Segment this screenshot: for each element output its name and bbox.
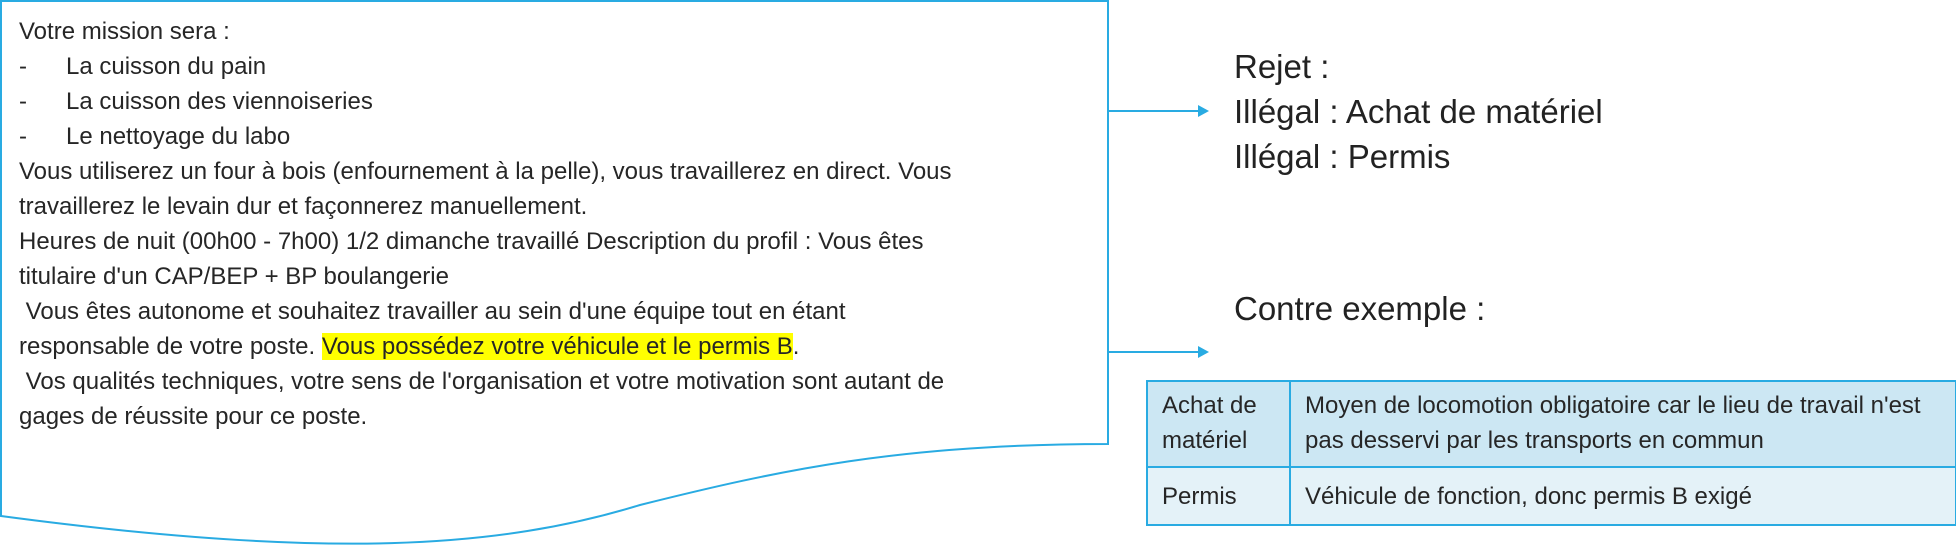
table-cell-text: Moyen de locomotion obligatoire car le l… — [1289, 380, 1956, 468]
counter-example-title: Contre exemple : — [1234, 290, 1486, 327]
arrow-to-counter-example — [1108, 346, 1209, 358]
rejection-box: Rejet : Illégal : Achat de matériel Illé… — [1234, 44, 1603, 179]
rejection-title: Rejet : — [1234, 48, 1330, 85]
text-line: Vos qualités techniques, votre sens de l… — [19, 368, 945, 395]
table-row: Permis Véhicule de fonction, donc permis… — [1146, 466, 1956, 526]
text-line: responsable de votre poste. Vous posséde… — [19, 333, 800, 360]
text-line: Vous êtes autonome et souhaitez travaill… — [19, 298, 846, 325]
text-line: titulaire d'un CAP/BEP + BP boulangerie — [19, 263, 449, 290]
table-cell-text: Véhicule de fonction, donc permis B exig… — [1289, 466, 1956, 526]
text-line: Vous utiliserez un four à bois (enfourne… — [19, 158, 952, 185]
table-cell-label: Achat de matériel — [1146, 380, 1291, 468]
text-line: Heures de nuit (00h00 - 7h00) 1/2 dimanc… — [19, 228, 924, 255]
bullet-item: - Le nettoyage du labo — [19, 123, 291, 150]
arrow-to-rejection — [1108, 105, 1209, 117]
text-line: gages de réussite pour ce poste. — [19, 403, 368, 430]
bullet-item: - La cuisson des viennoiseries — [19, 88, 373, 115]
job-offer-text: Votre mission sera : - La cuisson du pain… — [19, 14, 1099, 434]
bullet-item: - La cuisson du pain — [19, 53, 267, 80]
intro-line: Votre mission sera : — [19, 18, 230, 45]
rejection-item: Illégal : Achat de matériel — [1234, 93, 1603, 130]
table-cell-label: Permis — [1146, 466, 1291, 526]
highlighted-phrase: Vous possédez votre véhicule et le permi… — [321, 333, 793, 360]
text-line: travaillerez le levain dur et façonnerez… — [19, 193, 588, 220]
counter-example-table: Achat de matériel Moyen de locomotion ob… — [1146, 380, 1956, 526]
rejection-item: Illégal : Permis — [1234, 138, 1451, 175]
table-row: Achat de matériel Moyen de locomotion ob… — [1146, 380, 1956, 468]
